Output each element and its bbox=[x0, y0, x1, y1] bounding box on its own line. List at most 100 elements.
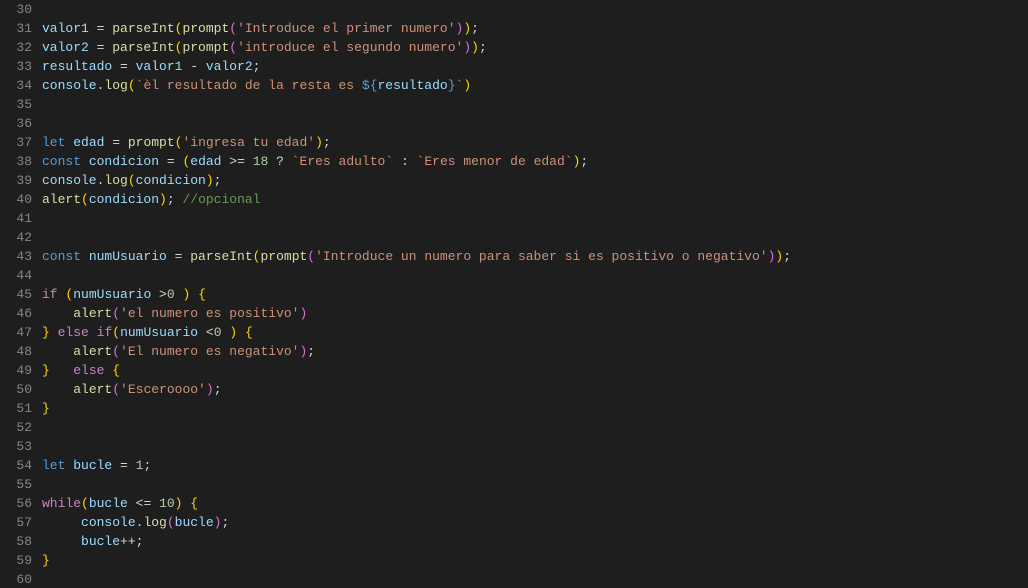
code-token: ( bbox=[128, 173, 136, 188]
code-line[interactable] bbox=[42, 114, 1028, 133]
code-token bbox=[42, 534, 81, 549]
code-line[interactable]: const condicion = (edad >= 18 ? `Eres ad… bbox=[42, 152, 1028, 171]
code-token: ${ bbox=[362, 78, 378, 93]
line-number: 33 bbox=[0, 57, 32, 76]
code-token: ( bbox=[229, 40, 237, 55]
code-token: console bbox=[81, 515, 136, 530]
code-line[interactable]: console.log(condicion); bbox=[42, 171, 1028, 190]
line-number: 45 bbox=[0, 285, 32, 304]
code-line[interactable]: let bucle = 1; bbox=[42, 456, 1028, 475]
code-line[interactable]: if (numUsuario >0 ) { bbox=[42, 285, 1028, 304]
code-token: log bbox=[104, 78, 127, 93]
code-token: 'el numero es positivo' bbox=[120, 306, 299, 321]
code-token: condicion bbox=[89, 154, 159, 169]
code-token bbox=[42, 344, 73, 359]
code-token: prompt bbox=[128, 135, 175, 150]
code-token: ( bbox=[307, 249, 315, 264]
code-line[interactable] bbox=[42, 475, 1028, 494]
code-token: condicion bbox=[89, 192, 159, 207]
code-token: } bbox=[448, 78, 456, 93]
code-token: ) bbox=[463, 21, 471, 36]
code-token: } bbox=[42, 325, 50, 340]
code-token: <= bbox=[128, 496, 159, 511]
code-line[interactable]: } else if(numUsuario <0 ) { bbox=[42, 323, 1028, 342]
line-number: 43 bbox=[0, 247, 32, 266]
code-token: while bbox=[42, 496, 81, 511]
code-line[interactable] bbox=[42, 95, 1028, 114]
line-number: 56 bbox=[0, 494, 32, 513]
code-line[interactable]: console.log(bucle); bbox=[42, 513, 1028, 532]
code-token: prompt bbox=[260, 249, 307, 264]
code-token: prompt bbox=[182, 40, 229, 55]
code-token: ? bbox=[268, 154, 291, 169]
code-line[interactable]: resultado = valor1 - valor2; bbox=[42, 57, 1028, 76]
code-line[interactable]: valor2 = parseInt(prompt('introduce el s… bbox=[42, 38, 1028, 57]
code-token: 18 bbox=[253, 154, 269, 169]
code-line[interactable]: alert('El numero es negativo'); bbox=[42, 342, 1028, 361]
code-line[interactable]: } bbox=[42, 399, 1028, 418]
code-token: valor2 bbox=[42, 40, 89, 55]
code-line[interactable]: valor1 = parseInt(prompt('Introduce el p… bbox=[42, 19, 1028, 38]
line-number: 58 bbox=[0, 532, 32, 551]
code-editor-content[interactable]: valor1 = parseInt(prompt('Introduce el p… bbox=[42, 0, 1028, 588]
code-line[interactable] bbox=[42, 228, 1028, 247]
line-number: 59 bbox=[0, 551, 32, 570]
line-number: 44 bbox=[0, 266, 32, 285]
code-token: `èl resultado de la resta es bbox=[136, 78, 362, 93]
code-line[interactable]: } bbox=[42, 551, 1028, 570]
code-token: ( bbox=[112, 344, 120, 359]
code-token: ++; bbox=[120, 534, 143, 549]
code-token: ( bbox=[167, 515, 175, 530]
code-line[interactable] bbox=[42, 266, 1028, 285]
code-line[interactable]: alert(condicion); //opcional bbox=[42, 190, 1028, 209]
code-token: >= bbox=[221, 154, 252, 169]
code-token: ; bbox=[214, 173, 222, 188]
code-token: 'Introduce el primer numero' bbox=[237, 21, 455, 36]
code-line[interactable]: alert('el numero es positivo') bbox=[42, 304, 1028, 323]
code-token: ; bbox=[783, 249, 791, 264]
code-token: let bbox=[42, 458, 65, 473]
code-token: console bbox=[42, 173, 97, 188]
code-line[interactable]: while(bucle <= 10) { bbox=[42, 494, 1028, 513]
line-number: 32 bbox=[0, 38, 32, 57]
line-number: 48 bbox=[0, 342, 32, 361]
code-token: ; bbox=[471, 21, 479, 36]
line-number: 55 bbox=[0, 475, 32, 494]
code-line[interactable] bbox=[42, 437, 1028, 456]
code-token: < bbox=[198, 325, 214, 340]
code-line[interactable]: console.log(`èl resultado de la resta es… bbox=[42, 76, 1028, 95]
line-number: 37 bbox=[0, 133, 32, 152]
code-line[interactable]: bucle++; bbox=[42, 532, 1028, 551]
code-token: = bbox=[112, 59, 135, 74]
code-line[interactable]: const numUsuario = parseInt(prompt('Intr… bbox=[42, 247, 1028, 266]
code-token: `Eres adulto` bbox=[292, 154, 393, 169]
code-token: ( bbox=[229, 21, 237, 36]
line-number: 35 bbox=[0, 95, 32, 114]
code-token bbox=[42, 515, 81, 530]
code-token: ( bbox=[128, 78, 136, 93]
line-number: 39 bbox=[0, 171, 32, 190]
code-token: } bbox=[42, 363, 50, 378]
code-token: = bbox=[112, 458, 135, 473]
code-token: parseInt bbox=[112, 40, 174, 55]
code-token: valor1 bbox=[42, 21, 89, 36]
line-number: 57 bbox=[0, 513, 32, 532]
code-line[interactable] bbox=[42, 418, 1028, 437]
code-token: ) bbox=[463, 78, 471, 93]
code-token: log bbox=[143, 515, 166, 530]
code-token: else bbox=[58, 325, 89, 340]
line-number: 52 bbox=[0, 418, 32, 437]
code-token: const bbox=[42, 154, 81, 169]
code-line[interactable] bbox=[42, 570, 1028, 588]
code-line[interactable]: alert('Esceroooo'); bbox=[42, 380, 1028, 399]
code-line[interactable] bbox=[42, 209, 1028, 228]
code-token bbox=[237, 325, 245, 340]
code-token: { bbox=[112, 363, 120, 378]
code-line[interactable] bbox=[42, 0, 1028, 19]
code-token: alert bbox=[42, 192, 81, 207]
code-line[interactable]: } else { bbox=[42, 361, 1028, 380]
code-token: let bbox=[42, 135, 65, 150]
line-number-gutter: 3031323334353637383940414243444546474849… bbox=[0, 0, 42, 588]
code-token: 0 bbox=[167, 287, 175, 302]
code-line[interactable]: let edad = prompt('ingresa tu edad'); bbox=[42, 133, 1028, 152]
